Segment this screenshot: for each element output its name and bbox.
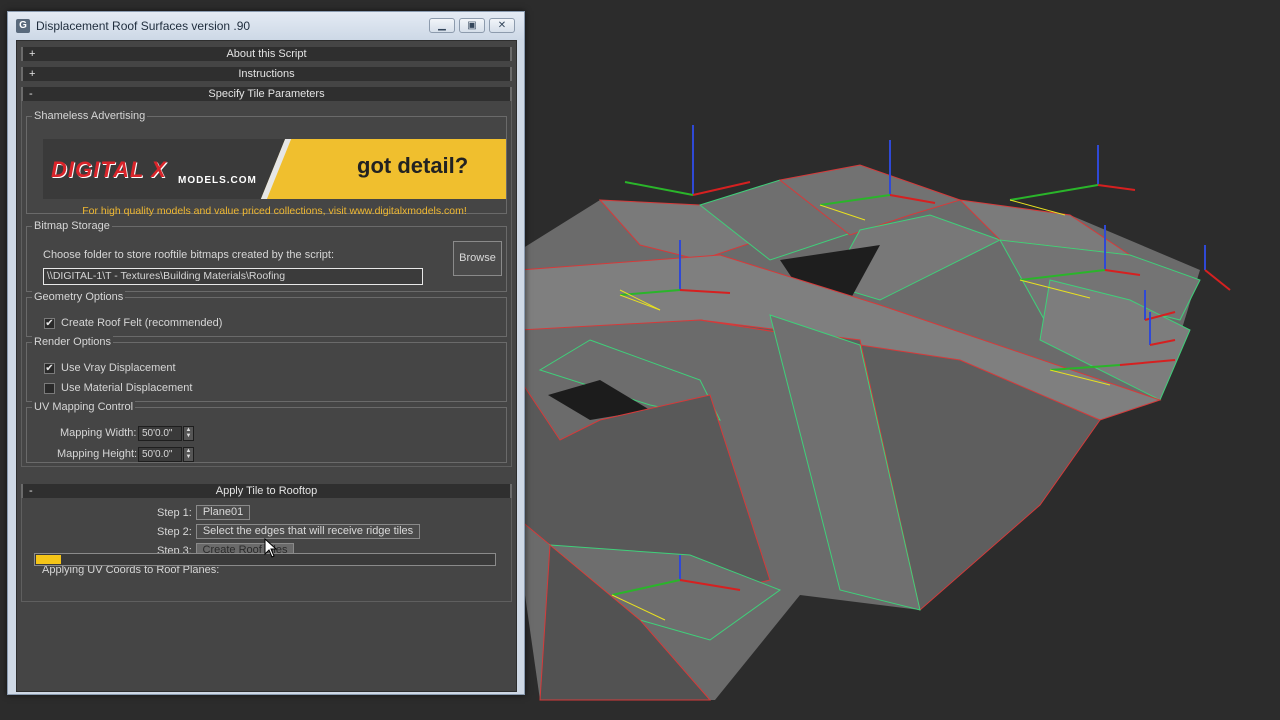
material-displacement-checkbox[interactable] (44, 383, 55, 394)
collapse-icon: - (29, 88, 33, 100)
group-bitmap-title: Bitmap Storage (32, 220, 112, 233)
close-button[interactable]: ✕ (489, 18, 515, 33)
maximize-icon: ▣ (467, 20, 477, 31)
title-bar[interactable]: G Displacement Roof Surfaces version .90… (8, 12, 524, 40)
group-advertising-title: Shameless Advertising (32, 110, 148, 123)
group-geometry-title: Geometry Options (32, 291, 126, 304)
material-displacement-label: Use Material Displacement (61, 382, 193, 394)
window-title: Displacement Roof Surfaces version .90 (36, 19, 251, 33)
browse-button[interactable]: Browse (453, 241, 502, 276)
bitmap-prompt: Choose folder to store rooftile bitmaps … (43, 249, 335, 261)
rollout-apply-label: Apply Tile to Rooftop (215, 485, 318, 497)
displacement-roof-dialog: G Displacement Roof Surfaces version .90… (7, 11, 525, 695)
banner-tagline: got detail? (357, 153, 469, 178)
bitmap-path-field[interactable]: \\DIGITAL-1\T - Textures\Building Materi… (43, 268, 423, 285)
dialog-client-area: + About this Script + Instructions - Spe… (16, 40, 517, 692)
rollout-apply[interactable]: - Apply Tile to Rooftop (21, 484, 512, 498)
digitalx-logo: DIGITAL X (51, 157, 167, 182)
rollout-instructions-label: Instructions (238, 68, 295, 80)
mapping-height-input[interactable]: 50'0.0" (138, 447, 182, 462)
create-felt-label: Create Roof Felt (recommended) (61, 317, 223, 329)
mapping-height-spinner[interactable]: ▲ ▼ (183, 447, 194, 462)
group-uv-title: UV Mapping Control (32, 401, 136, 414)
group-render-title: Render Options (32, 336, 114, 349)
rollout-specify-label: Specify Tile Parameters (208, 88, 325, 100)
digitalx-logo-sub: MODELS.COM (178, 175, 257, 186)
create-felt-checkbox[interactable]: ✔ (44, 318, 55, 329)
vray-displacement-label: Use Vray Displacement (61, 362, 176, 374)
rollout-about[interactable]: + About this Script (21, 47, 512, 61)
collapse-icon: - (29, 485, 33, 497)
mapping-width-label: Mapping Width: (60, 427, 137, 439)
step1-pick-button[interactable]: Plane01 (196, 505, 250, 520)
mapping-width-input[interactable]: 50'0.0" (138, 426, 182, 441)
step1-label: Step 1: (157, 507, 192, 519)
expand-icon: + (29, 48, 36, 60)
step2-label: Step 2: (157, 526, 192, 538)
step2-select-edges-button[interactable]: Select the edges that will receive ridge… (196, 524, 420, 539)
mouse-pointer-icon (264, 537, 278, 561)
rollout-instructions[interactable]: + Instructions (21, 67, 512, 81)
progress-fill (36, 555, 61, 564)
minimize-icon: ▁ (438, 20, 446, 31)
rollout-specify[interactable]: - Specify Tile Parameters (21, 87, 512, 101)
maximize-button[interactable]: ▣ (459, 18, 485, 33)
app-icon: G (16, 19, 30, 33)
mapping-height-label: Mapping Height: (57, 448, 138, 460)
mapping-width-spinner[interactable]: ▲ ▼ (183, 426, 194, 441)
expand-icon: + (29, 68, 36, 80)
rollout-about-label: About this Script (226, 48, 307, 60)
ad-link-text[interactable]: For high quality models and value priced… (43, 205, 506, 217)
minimize-button[interactable]: ▁ (429, 18, 455, 33)
ad-banner[interactable]: DIGITAL X MODELS.COM got detail? (43, 139, 506, 199)
vray-displacement-checkbox[interactable]: ✔ (44, 363, 55, 374)
close-icon: ✕ (497, 20, 507, 31)
